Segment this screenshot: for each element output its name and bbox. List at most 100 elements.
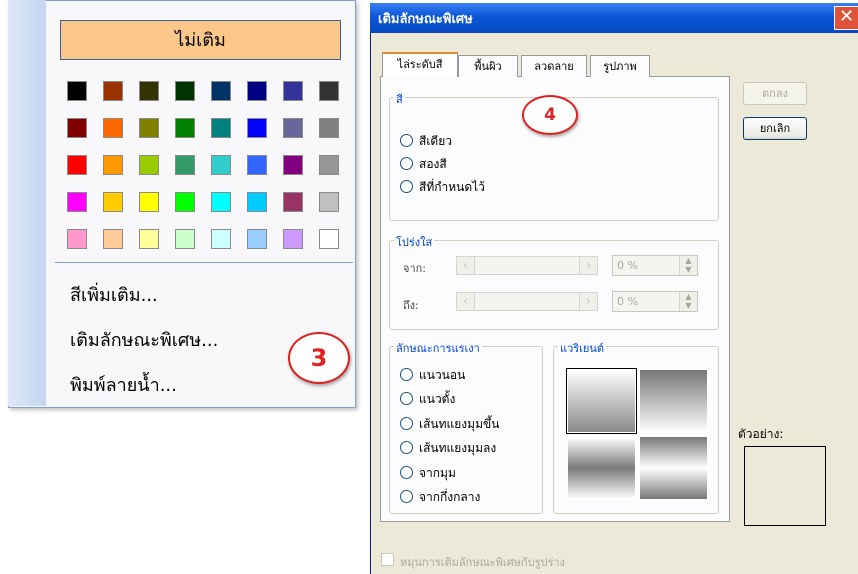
diagonal-down-radio[interactable] [400, 441, 413, 454]
to-slider[interactable]: ‹ › [456, 292, 598, 311]
to-spin-arrows-icon[interactable]: ▲ ▼ [679, 292, 697, 311]
diagonal-up-label: เส้นทแยงมุมขึ้น [419, 417, 500, 431]
color-swatch[interactable] [67, 229, 87, 249]
color-swatch[interactable] [139, 81, 159, 101]
from-corner-label: จากมุม [419, 466, 456, 480]
color-swatch[interactable] [247, 118, 267, 138]
sample-preview [744, 446, 826, 526]
step-3-badge: 3 [288, 332, 350, 384]
color-swatch[interactable] [103, 229, 123, 249]
color-swatch[interactable] [319, 229, 339, 249]
vertical-radio[interactable] [400, 392, 413, 405]
colors-group-label: สี [394, 90, 405, 108]
menu-separator [55, 262, 353, 263]
color-swatch[interactable] [283, 118, 303, 138]
color-swatch[interactable] [283, 192, 303, 212]
preset-label: สีที่กำหนดไว้ [419, 180, 485, 194]
color-swatch[interactable] [247, 229, 267, 249]
to-slider-left-arrow-icon[interactable]: ‹ [457, 293, 475, 310]
color-swatch[interactable] [139, 155, 159, 175]
rotate-with-shape-label: หมุนการเติมลักษณะพิเศษกับรูปร่าง [400, 556, 565, 569]
from-slider-right-arrow-icon[interactable]: › [579, 257, 597, 274]
color-swatch[interactable] [211, 192, 231, 212]
menu-side-strip [8, 0, 46, 406]
one-color-label: สีเดียว [419, 134, 452, 148]
variant-3-swatch[interactable] [567, 436, 636, 500]
color-swatch[interactable] [103, 192, 123, 212]
color-swatch[interactable] [175, 155, 195, 175]
tab-gradient[interactable]: ไล่ระดับสี [382, 52, 458, 77]
color-swatch[interactable] [211, 229, 231, 249]
vertical-label: แนวตั้ง [419, 392, 456, 406]
color-swatch[interactable] [67, 155, 87, 175]
from-corner-radio[interactable] [400, 466, 413, 479]
color-swatch[interactable] [67, 118, 87, 138]
variant-4-swatch[interactable] [639, 436, 708, 500]
color-swatch[interactable] [211, 118, 231, 138]
tab-pattern[interactable]: ลวดลาย [521, 55, 587, 77]
sample-label: ตัวอย่าง: [738, 427, 784, 441]
more-colors-item[interactable]: สีเพิ่มเติม... [70, 280, 158, 309]
to-label: ถึง: [403, 299, 419, 312]
cancel-button[interactable]: ยกเลิก [743, 117, 807, 140]
printed-watermark-item[interactable]: พิมพ์ลายน้ำ... [70, 370, 177, 399]
color-swatch[interactable] [283, 229, 303, 249]
transparency-group [389, 240, 719, 330]
color-swatch[interactable] [283, 155, 303, 175]
color-swatch[interactable] [247, 81, 267, 101]
color-swatch[interactable] [103, 118, 123, 138]
from-spinbox[interactable]: 0 % ▲ ▼ [612, 255, 698, 276]
variants-label: แวริเยนต์ [558, 339, 607, 357]
color-swatch[interactable] [139, 118, 159, 138]
color-swatch[interactable] [319, 192, 339, 212]
color-swatch[interactable] [211, 155, 231, 175]
to-slider-right-arrow-icon[interactable]: › [579, 293, 597, 310]
color-swatch[interactable] [211, 81, 231, 101]
color-swatch[interactable] [247, 192, 267, 212]
color-swatch[interactable] [247, 155, 267, 175]
step-4-badge: 4 [522, 95, 578, 135]
from-center-label: จากกึ่งกลาง [419, 490, 481, 504]
two-colors-radio[interactable] [400, 157, 413, 170]
from-label: จาก: [403, 262, 426, 275]
color-swatch[interactable] [67, 81, 87, 101]
diagonal-up-radio[interactable] [400, 417, 413, 430]
color-swatch[interactable] [319, 81, 339, 101]
to-spinbox[interactable]: 0 % ▲ ▼ [612, 291, 698, 312]
transparency-group-label: โปร่งใส [394, 233, 435, 251]
horizontal-label: แนวนอน [419, 368, 466, 382]
color-swatch[interactable] [319, 155, 339, 175]
color-swatch[interactable] [67, 192, 87, 212]
fill-effects-item[interactable]: เติมลักษณะพิเศษ... [70, 325, 218, 354]
color-swatch[interactable] [175, 229, 195, 249]
dialog-title: เติมลักษณะพิเศษ [378, 12, 473, 27]
tab-texture[interactable]: พื้นผิว [458, 55, 518, 77]
color-swatch[interactable] [103, 155, 123, 175]
color-swatch[interactable] [283, 81, 303, 101]
from-slider-left-arrow-icon[interactable]: ‹ [457, 257, 475, 274]
two-colors-label: สองสี [419, 157, 447, 171]
from-spin-arrows-icon[interactable]: ▲ ▼ [679, 256, 697, 275]
tab-picture[interactable]: รูปภาพ [590, 55, 650, 77]
rotate-with-shape-checkbox[interactable] [381, 553, 394, 566]
from-value: 0 % [617, 259, 638, 272]
variant-2-swatch[interactable] [639, 369, 708, 433]
ok-button[interactable]: ตกลง [743, 82, 807, 105]
variant-1-swatch[interactable] [566, 368, 637, 434]
from-center-radio[interactable] [400, 490, 413, 503]
color-swatch[interactable] [175, 192, 195, 212]
color-swatch[interactable] [139, 192, 159, 212]
diagonal-down-label: เส้นทแยงมุมลง [419, 441, 497, 455]
close-button[interactable]: ✕ [834, 6, 858, 30]
horizontal-radio[interactable] [400, 368, 413, 381]
shading-styles-label: ลักษณะการแรเงา [394, 339, 482, 357]
preset-radio[interactable] [400, 180, 413, 193]
color-swatch[interactable] [175, 118, 195, 138]
one-color-radio[interactable] [400, 134, 413, 147]
color-swatch[interactable] [103, 81, 123, 101]
color-swatch[interactable] [175, 81, 195, 101]
from-slider[interactable]: ‹ › [456, 256, 598, 275]
no-fill-button[interactable]: ไม่เติม [60, 20, 341, 60]
color-swatch[interactable] [139, 229, 159, 249]
color-swatch[interactable] [319, 118, 339, 138]
